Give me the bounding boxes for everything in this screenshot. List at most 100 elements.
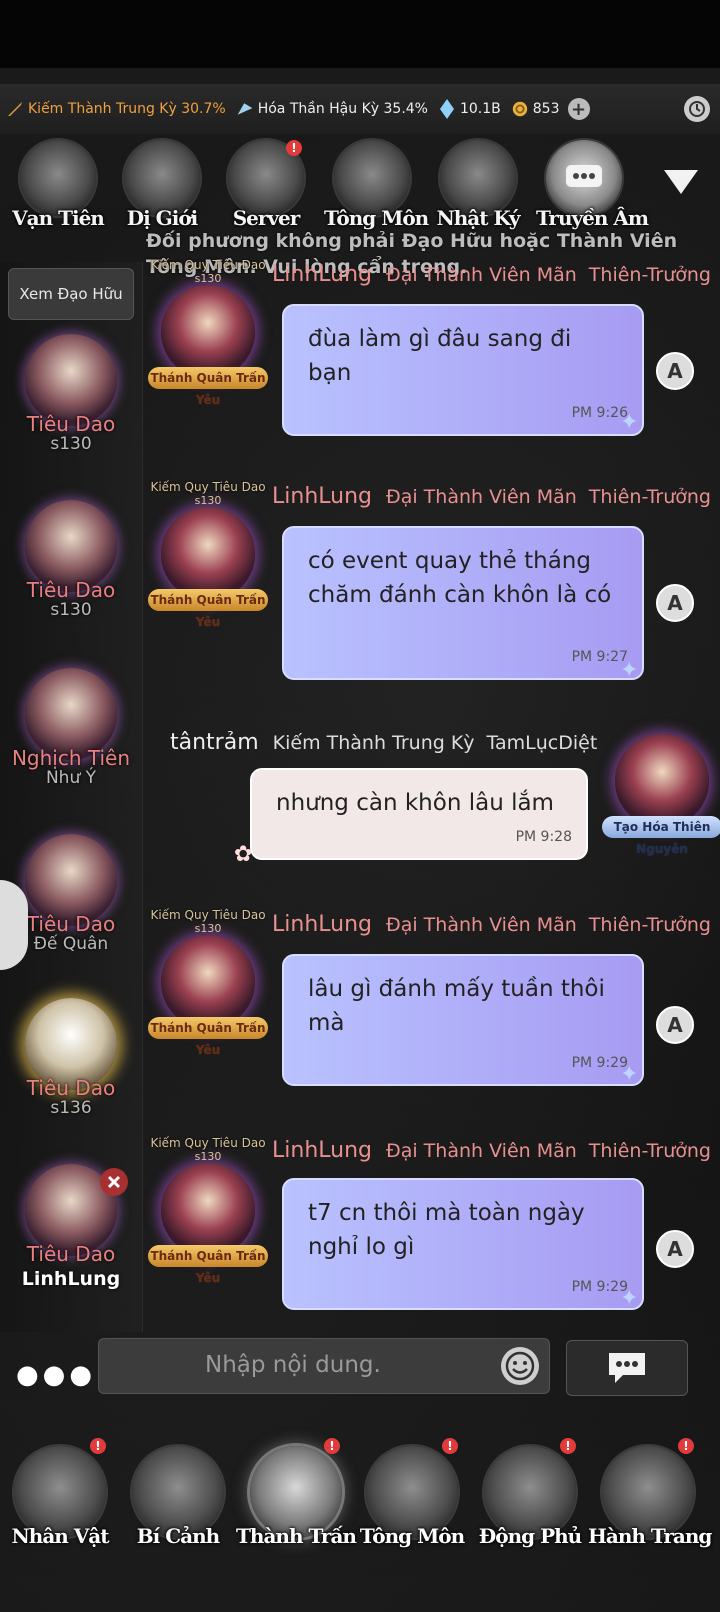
sender-name: LinhLung xyxy=(272,912,372,937)
side-drawer-handle[interactable] xyxy=(0,880,28,970)
nav-dong-phu[interactable]: ! Động Phủ xyxy=(474,1438,586,1586)
chat-messages: Kiếm Quy Tiêu Dao s130 Thánh Quân Trấn Y… xyxy=(142,250,720,1330)
notification-badge: ! xyxy=(442,1438,458,1454)
message-text: có event quay thẻ tháng chăm đánh càn kh… xyxy=(308,548,612,608)
message-bubble: đùa làm gì đâu sang đi bạn PM 9:26 xyxy=(282,304,644,436)
avatar-banner: Thánh Quân Trấn Yêu xyxy=(148,1245,268,1285)
sender-level: Kiếm Thành Trung Kỳ xyxy=(272,732,475,754)
message-time: PM 9:28 xyxy=(515,829,572,845)
sender-guild: Thiên-Trưởng xyxy=(588,914,711,936)
sparkle-icon: ✦ xyxy=(620,410,639,435)
tab-tong-mon[interactable]: Tông Môn xyxy=(324,140,429,240)
tab-truyen-am[interactable]: Truyền Âm xyxy=(536,140,649,240)
dropdown-arrow-icon[interactable] xyxy=(664,170,698,194)
contact-item[interactable]: Tiêu Dao s136 xyxy=(8,998,134,1148)
crystal-stat: 10.1B xyxy=(438,99,501,119)
bottom-nav: ! Nhân Vật Bí Cảnh ! Thành Trấn ! Tông M… xyxy=(0,1420,720,1612)
tab-di-gioi[interactable]: Dị Giới xyxy=(114,140,210,240)
translate-icon[interactable]: A xyxy=(656,1006,694,1044)
send-chat-icon xyxy=(609,1353,645,1383)
avatar xyxy=(161,507,255,601)
sender-line: LinhLung Đại Thành Viên Mãn Thiên-Trưởng xyxy=(272,484,711,509)
sender-line: LinhLung Đại Thành Viên Mãn Thiên-Trưởng xyxy=(272,1138,711,1163)
contact-rank: Tiêu Dao xyxy=(26,578,116,602)
notification-badge: ! xyxy=(286,140,302,156)
message-bubble: có event quay thẻ tháng chăm đánh càn kh… xyxy=(282,526,644,680)
tab-label: Dị Giới xyxy=(126,206,199,230)
tab-nhat-ky[interactable]: Nhật Ký xyxy=(430,140,526,240)
resource-bar: Kiếm Thành Trung Kỳ 30.7% Hóa Thần Hậu K… xyxy=(0,84,720,134)
avatar-banner: Thánh Quân Trấn Yêu xyxy=(148,589,268,629)
avatar xyxy=(615,734,709,828)
sender-avatar[interactable]: Kiếm Quy Tiêu Dao s130 Thánh Quân Trấn Y… xyxy=(148,1136,268,1285)
temple-icon xyxy=(334,140,410,216)
sender-line: tântrảm Kiếm Thành Trung Kỳ TamLụcDiệt xyxy=(170,730,597,755)
nav-bi-canh[interactable]: Bí Cảnh xyxy=(122,1446,234,1586)
tab-label: Tông Môn xyxy=(324,206,429,230)
avatar-title: Kiếm Quy Tiêu Dao xyxy=(150,258,266,272)
nav-hanh-trang[interactable]: ! Hành Trang xyxy=(588,1438,712,1586)
sender-avatar[interactable]: Kiếm Quy Tiêu Dao s130 Thánh Quân Trấn Y… xyxy=(148,480,268,629)
avatar-banner: Thánh Quân Trấn Yêu xyxy=(148,367,268,407)
sender-level: Đại Thành Viên Mãn xyxy=(385,486,577,508)
vortex-icon xyxy=(124,140,200,216)
sender-name: tântrảm xyxy=(170,730,259,755)
tab-van-tien[interactable]: Vạn Tiên xyxy=(10,140,106,240)
nav-tong-mon[interactable]: ! Tông Môn xyxy=(356,1438,468,1586)
send-button[interactable] xyxy=(566,1340,688,1396)
close-icon[interactable] xyxy=(100,1168,128,1196)
contact-sub: s136 xyxy=(50,1098,92,1118)
nav-label: Hành Trang xyxy=(588,1524,712,1548)
notification-badge: ! xyxy=(90,1438,106,1454)
cultivation-1-text: Kiếm Thành Trung Kỳ 30.7% xyxy=(28,101,226,117)
add-coin-button[interactable]: + xyxy=(567,98,590,120)
translate-icon[interactable]: A xyxy=(656,584,694,622)
sender-level: Đại Thành Viên Mãn xyxy=(385,914,577,936)
sword-icon xyxy=(6,100,24,118)
avatar xyxy=(161,935,255,1029)
nav-nhan-vat[interactable]: ! Nhân Vật xyxy=(4,1438,116,1586)
tab-label: Truyền Âm xyxy=(536,206,649,230)
coin-icon xyxy=(511,100,529,118)
nav-label: Nhân Vật xyxy=(11,1524,110,1548)
message-input[interactable]: Nhập nội dung. xyxy=(98,1338,550,1394)
sender-line: LinhLung Đại Thành Viên Mãn Thiên-Trưởng xyxy=(272,262,711,287)
sender-avatar[interactable]: Kiếm Quy Tiêu Dao s130 Thánh Quân Trấn Y… xyxy=(148,258,268,407)
avatar xyxy=(161,285,255,379)
contact-name: LinhLung xyxy=(21,1268,121,1290)
contact-sub: s130 xyxy=(50,434,92,454)
view-friends-button[interactable]: Xem Đạo Hữu xyxy=(8,268,134,320)
own-avatar[interactable]: Tạo Hóa Thiên Nguyên xyxy=(602,734,720,856)
avatar-title: Kiếm Quy Tiêu Dao xyxy=(150,1136,266,1150)
tab-label: Vạn Tiên xyxy=(12,206,105,230)
message-text: nhưng càn khôn lâu lắm xyxy=(276,790,554,816)
journal-icon xyxy=(440,140,516,216)
contact-item[interactable]: Tiêu Dao s130 xyxy=(8,334,134,484)
contact-item[interactable]: Nghịch Tiên Như Ý xyxy=(8,668,134,818)
clock-icon[interactable] xyxy=(684,96,710,122)
message-text: đùa làm gì đâu sang đi bạn xyxy=(308,326,572,386)
notification-badge: ! xyxy=(678,1438,694,1454)
sender-line: LinhLung Đại Thành Viên Mãn Thiên-Trưởng xyxy=(272,912,711,937)
sender-avatar[interactable]: Kiếm Quy Tiêu Dao s130 Thánh Quân Trấn Y… xyxy=(148,908,268,1057)
tab-label: Server xyxy=(232,206,301,230)
translate-icon[interactable]: A xyxy=(656,352,694,390)
contact-sub: Như Ý xyxy=(45,768,97,788)
contact-item[interactable]: Tiêu Dao s130 xyxy=(8,500,134,650)
message-bubble: lâu gì đánh mấy tuần thôi mà PM 9:29 xyxy=(282,954,644,1086)
sparkle-icon: ✦ xyxy=(620,658,639,683)
notification-badge: ! xyxy=(560,1438,576,1454)
more-options-icon[interactable]: ●●● xyxy=(16,1360,96,1390)
crystal-amount: 10.1B xyxy=(459,101,501,117)
sender-guild: TamLụcDiệt xyxy=(486,732,598,754)
message-bubble-icon xyxy=(546,140,622,216)
nav-thanh-tran[interactable]: ! Thành Trấn xyxy=(236,1438,357,1586)
contact-rank: Tiêu Dao xyxy=(26,412,116,436)
emoji-icon[interactable] xyxy=(501,1347,539,1385)
tab-server[interactable]: ! Server xyxy=(218,140,314,240)
fan-icon xyxy=(236,100,254,118)
avatar-title: Kiếm Quy Tiêu Dao xyxy=(150,480,266,494)
nav-label: Bí Cảnh xyxy=(136,1524,220,1548)
contact-rank: Tiêu Dao xyxy=(26,1242,116,1266)
translate-icon[interactable]: A xyxy=(656,1230,694,1268)
